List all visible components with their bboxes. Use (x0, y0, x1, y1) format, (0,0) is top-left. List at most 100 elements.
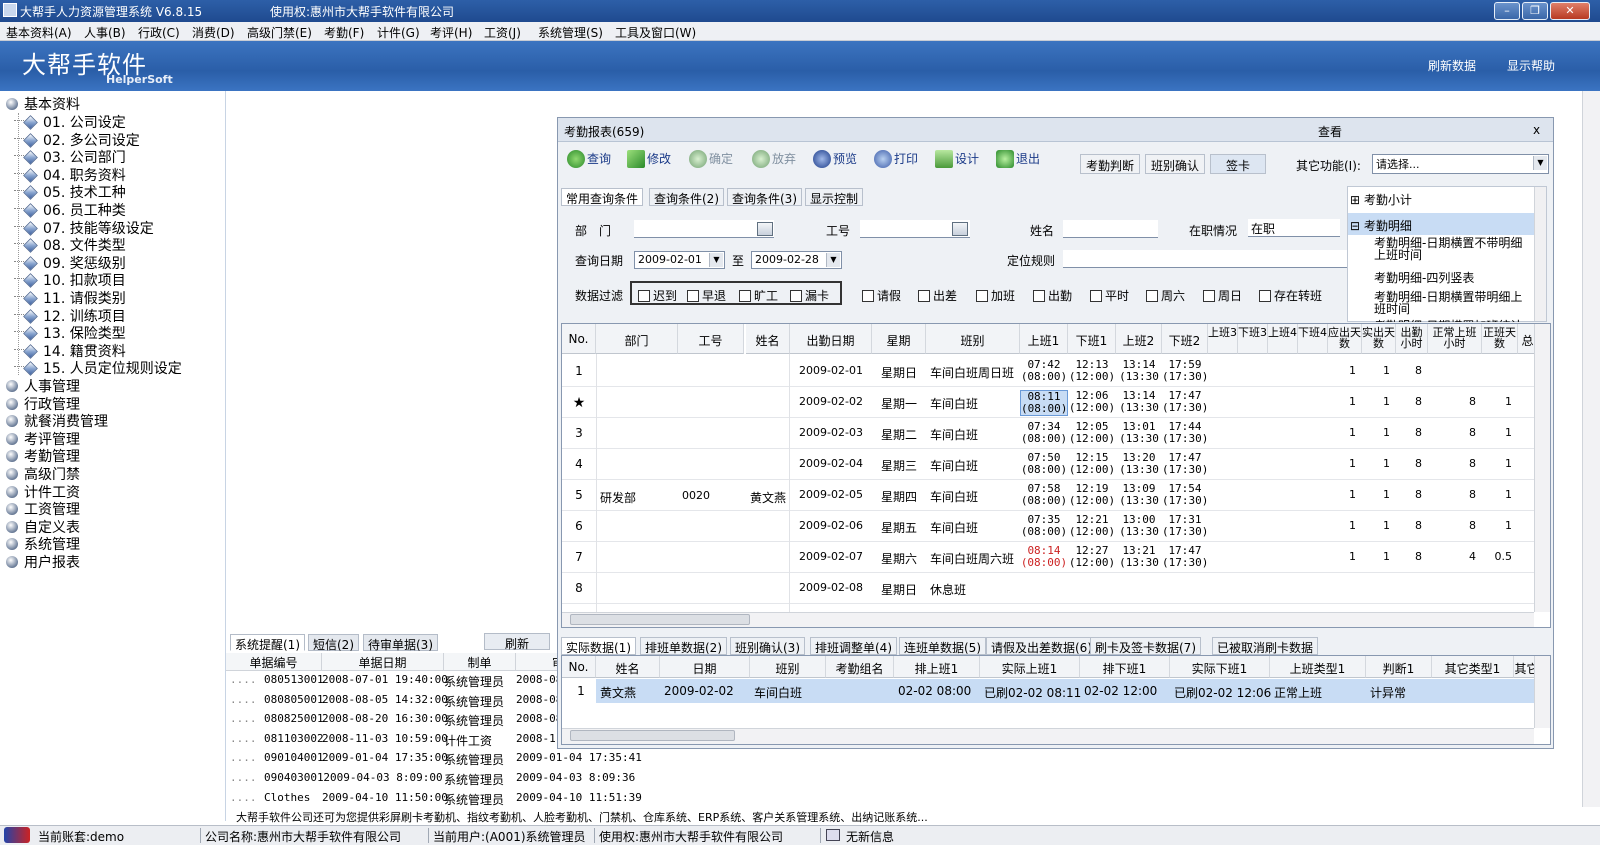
time-cell[interactable]: 12:15 (12:00) (1068, 452, 1116, 476)
value-cell[interactable]: 8 (1396, 488, 1428, 501)
hscroll-thumb[interactable] (570, 614, 750, 625)
tree-group[interactable]: 用户报表 (6, 552, 80, 571)
close-icon[interactable]: ✕ (1550, 2, 1590, 20)
value-cell[interactable]: 8 (1396, 426, 1428, 439)
shift-cell[interactable]: 车间白班 (926, 426, 1020, 443)
value-cell[interactable]: 1 (1362, 488, 1396, 501)
row-number[interactable]: 4 (562, 457, 596, 471)
row-number[interactable]: 3 (562, 426, 596, 440)
value-cell[interactable]: 1 (1482, 426, 1518, 439)
maximize-icon[interactable]: ❐ (1522, 2, 1548, 20)
value-cell[interactable]: 1 (1362, 395, 1396, 408)
grid-header[interactable]: 班别 (926, 324, 1020, 354)
weekday-cell[interactable]: 星期四 (872, 488, 926, 505)
menu-access[interactable]: 高级门禁(E) (247, 24, 312, 41)
shift-confirm-button[interactable]: 班别确认 (1145, 154, 1205, 174)
row-number[interactable]: 7 (562, 550, 596, 564)
main-scrollbar[interactable] (1582, 91, 1600, 807)
table-row[interactable]: .... 090104001 2009-01-04 17:35:00 系统管理员 200… (226, 751, 642, 771)
date-cell[interactable]: 2009-02-03 (790, 426, 872, 439)
template-item-1[interactable]: 考勤明细-日期横置不带明细上班时间 (1374, 237, 1529, 261)
detail-header[interactable]: 上班类型1 (1270, 656, 1366, 678)
locate-rule-input[interactable] (1063, 250, 1353, 268)
filter-2[interactable]: 加班 (976, 287, 1015, 304)
menu-tools[interactable]: 工具及窗口(W) (615, 24, 696, 41)
date-cell[interactable]: 2009-02-08 (790, 581, 872, 594)
value-cell[interactable]: 1 (1482, 395, 1518, 408)
time-cell[interactable]: 17:47 (17:30) (1162, 545, 1208, 569)
grid-header[interactable]: 实出天数 (1362, 324, 1396, 354)
query-button[interactable]: 查询 (567, 150, 611, 168)
value-cell[interactable]: 1 (1362, 457, 1396, 470)
detail-header[interactable]: 实际下班1 (1170, 656, 1270, 678)
col-maker[interactable]: 制单 (444, 653, 516, 671)
filter-absent[interactable]: 旷工 (739, 287, 778, 304)
col-doc-date[interactable]: 单据日期 (322, 653, 444, 671)
detail-header[interactable]: 日期 (660, 656, 750, 678)
table-row[interactable]: .... 090403001 2009-04-03 8:09:00 系统管理员 2009… (226, 771, 640, 791)
menu-basic[interactable]: 基本资料(A) (6, 24, 72, 41)
value-cell[interactable]: 1 (1362, 364, 1396, 377)
lookup-icon[interactable] (757, 222, 773, 236)
value-cell[interactable]: 8 (1428, 395, 1482, 408)
date-cell[interactable]: 2009-02-06 (790, 519, 872, 532)
menu-admin[interactable]: 行政(C) (138, 24, 180, 41)
detail-tab[interactable]: 实际数据(1) (561, 637, 636, 655)
grid-header[interactable]: 下班4 (1298, 324, 1328, 354)
detail-header[interactable]: 排下班1 (1080, 656, 1170, 678)
shift-cell[interactable]: 车间白班 (926, 395, 1020, 412)
weekday-cell[interactable]: 星期日 (872, 581, 926, 598)
value-cell[interactable]: 1 (1362, 550, 1396, 563)
dialog-close-icon[interactable]: x (1533, 123, 1540, 137)
detail-cell[interactable]: 计异常 (1370, 684, 1432, 701)
grid-header[interactable]: 正常上班小时 (1428, 324, 1482, 354)
tree-item[interactable]: 07. 技能等级设定 (14, 218, 154, 237)
show-help-link[interactable]: 显示帮助 (1507, 57, 1555, 74)
value-cell[interactable]: 8 (1428, 457, 1482, 470)
detail-tab[interactable]: 排班调整单(4) (810, 637, 897, 655)
grid-header[interactable]: 星期 (872, 324, 926, 354)
grid-header[interactable]: 上班2 (1116, 324, 1162, 354)
value-cell[interactable]: 8 (1428, 519, 1482, 532)
discard-button[interactable]: 放弃 (752, 150, 796, 168)
time-cell[interactable]: 17:54 (17:30) (1162, 483, 1208, 507)
template-item-3[interactable]: 考勤明细-日期横置带明细上班时间 (1374, 291, 1529, 315)
weekday-cell[interactable]: 星期五 (872, 519, 926, 536)
time-cell[interactable]: 12:05 (12:00) (1068, 421, 1116, 445)
tree-root-basic[interactable]: 基本资料 (6, 94, 80, 113)
time-cell[interactable]: 08:14 (08:00) (1020, 545, 1068, 569)
row-number[interactable]: 8 (562, 581, 596, 595)
dept-input[interactable] (634, 220, 774, 238)
empno-cell[interactable]: 0020 (678, 489, 744, 502)
detail-cell[interactable]: 黄文燕 (600, 684, 660, 701)
detail-cell[interactable]: 2009-02-02 (664, 684, 750, 698)
other-func-select[interactable]: 请选择... ▼ (1372, 154, 1549, 174)
tree-group[interactable]: 系统管理 (6, 534, 80, 553)
time-cell[interactable]: 07:42 (08:00) (1020, 359, 1068, 383)
tree-item[interactable]: 09. 奖惩级别 (14, 253, 126, 272)
time-cell[interactable]: 12:13 (12:00) (1068, 359, 1116, 383)
value-cell[interactable]: 1 (1362, 426, 1396, 439)
detail-tab[interactable]: 已被取消刷卡数据 (1212, 637, 1319, 655)
weekday-cell[interactable]: 星期六 (872, 550, 926, 567)
sign-card-button[interactable]: 签卡 (1210, 154, 1266, 174)
time-cell[interactable]: 13:20 (13:30 (1116, 452, 1162, 476)
time-cell[interactable]: 17:59 (17:30) (1162, 359, 1208, 383)
date-from-picker[interactable]: 2009-02-01 ▼ (634, 251, 725, 269)
filter-0[interactable]: 请假 (862, 287, 901, 304)
value-cell[interactable]: 1 (1482, 457, 1518, 470)
tree-item[interactable]: 02. 多公司设定 (14, 130, 140, 149)
time-cell[interactable]: 17:47 (17:30) (1162, 452, 1208, 476)
tree-item[interactable]: 11. 请假类别 (14, 288, 126, 307)
refresh-data-link[interactable]: 刷新数据 (1428, 57, 1476, 74)
grid-header[interactable]: 下班1 (1068, 324, 1116, 354)
detail-header[interactable]: 班别 (750, 656, 826, 678)
value-cell[interactable]: 1 (1482, 488, 1518, 501)
value-cell[interactable]: 0.5 (1482, 550, 1518, 563)
menu-consume[interactable]: 消费(D) (192, 24, 235, 41)
detail-tab[interactable]: 连班单数据(5) (899, 637, 986, 655)
detail-cell[interactable]: 02-02 12:00 (1084, 684, 1170, 698)
detail-cell[interactable]: 已刷02-02 08:11 (984, 684, 1081, 701)
template-item-2[interactable]: 考勤明细-四列竖表 (1374, 269, 1474, 286)
time-cell[interactable]: 17:47 (17:30) (1162, 390, 1208, 414)
